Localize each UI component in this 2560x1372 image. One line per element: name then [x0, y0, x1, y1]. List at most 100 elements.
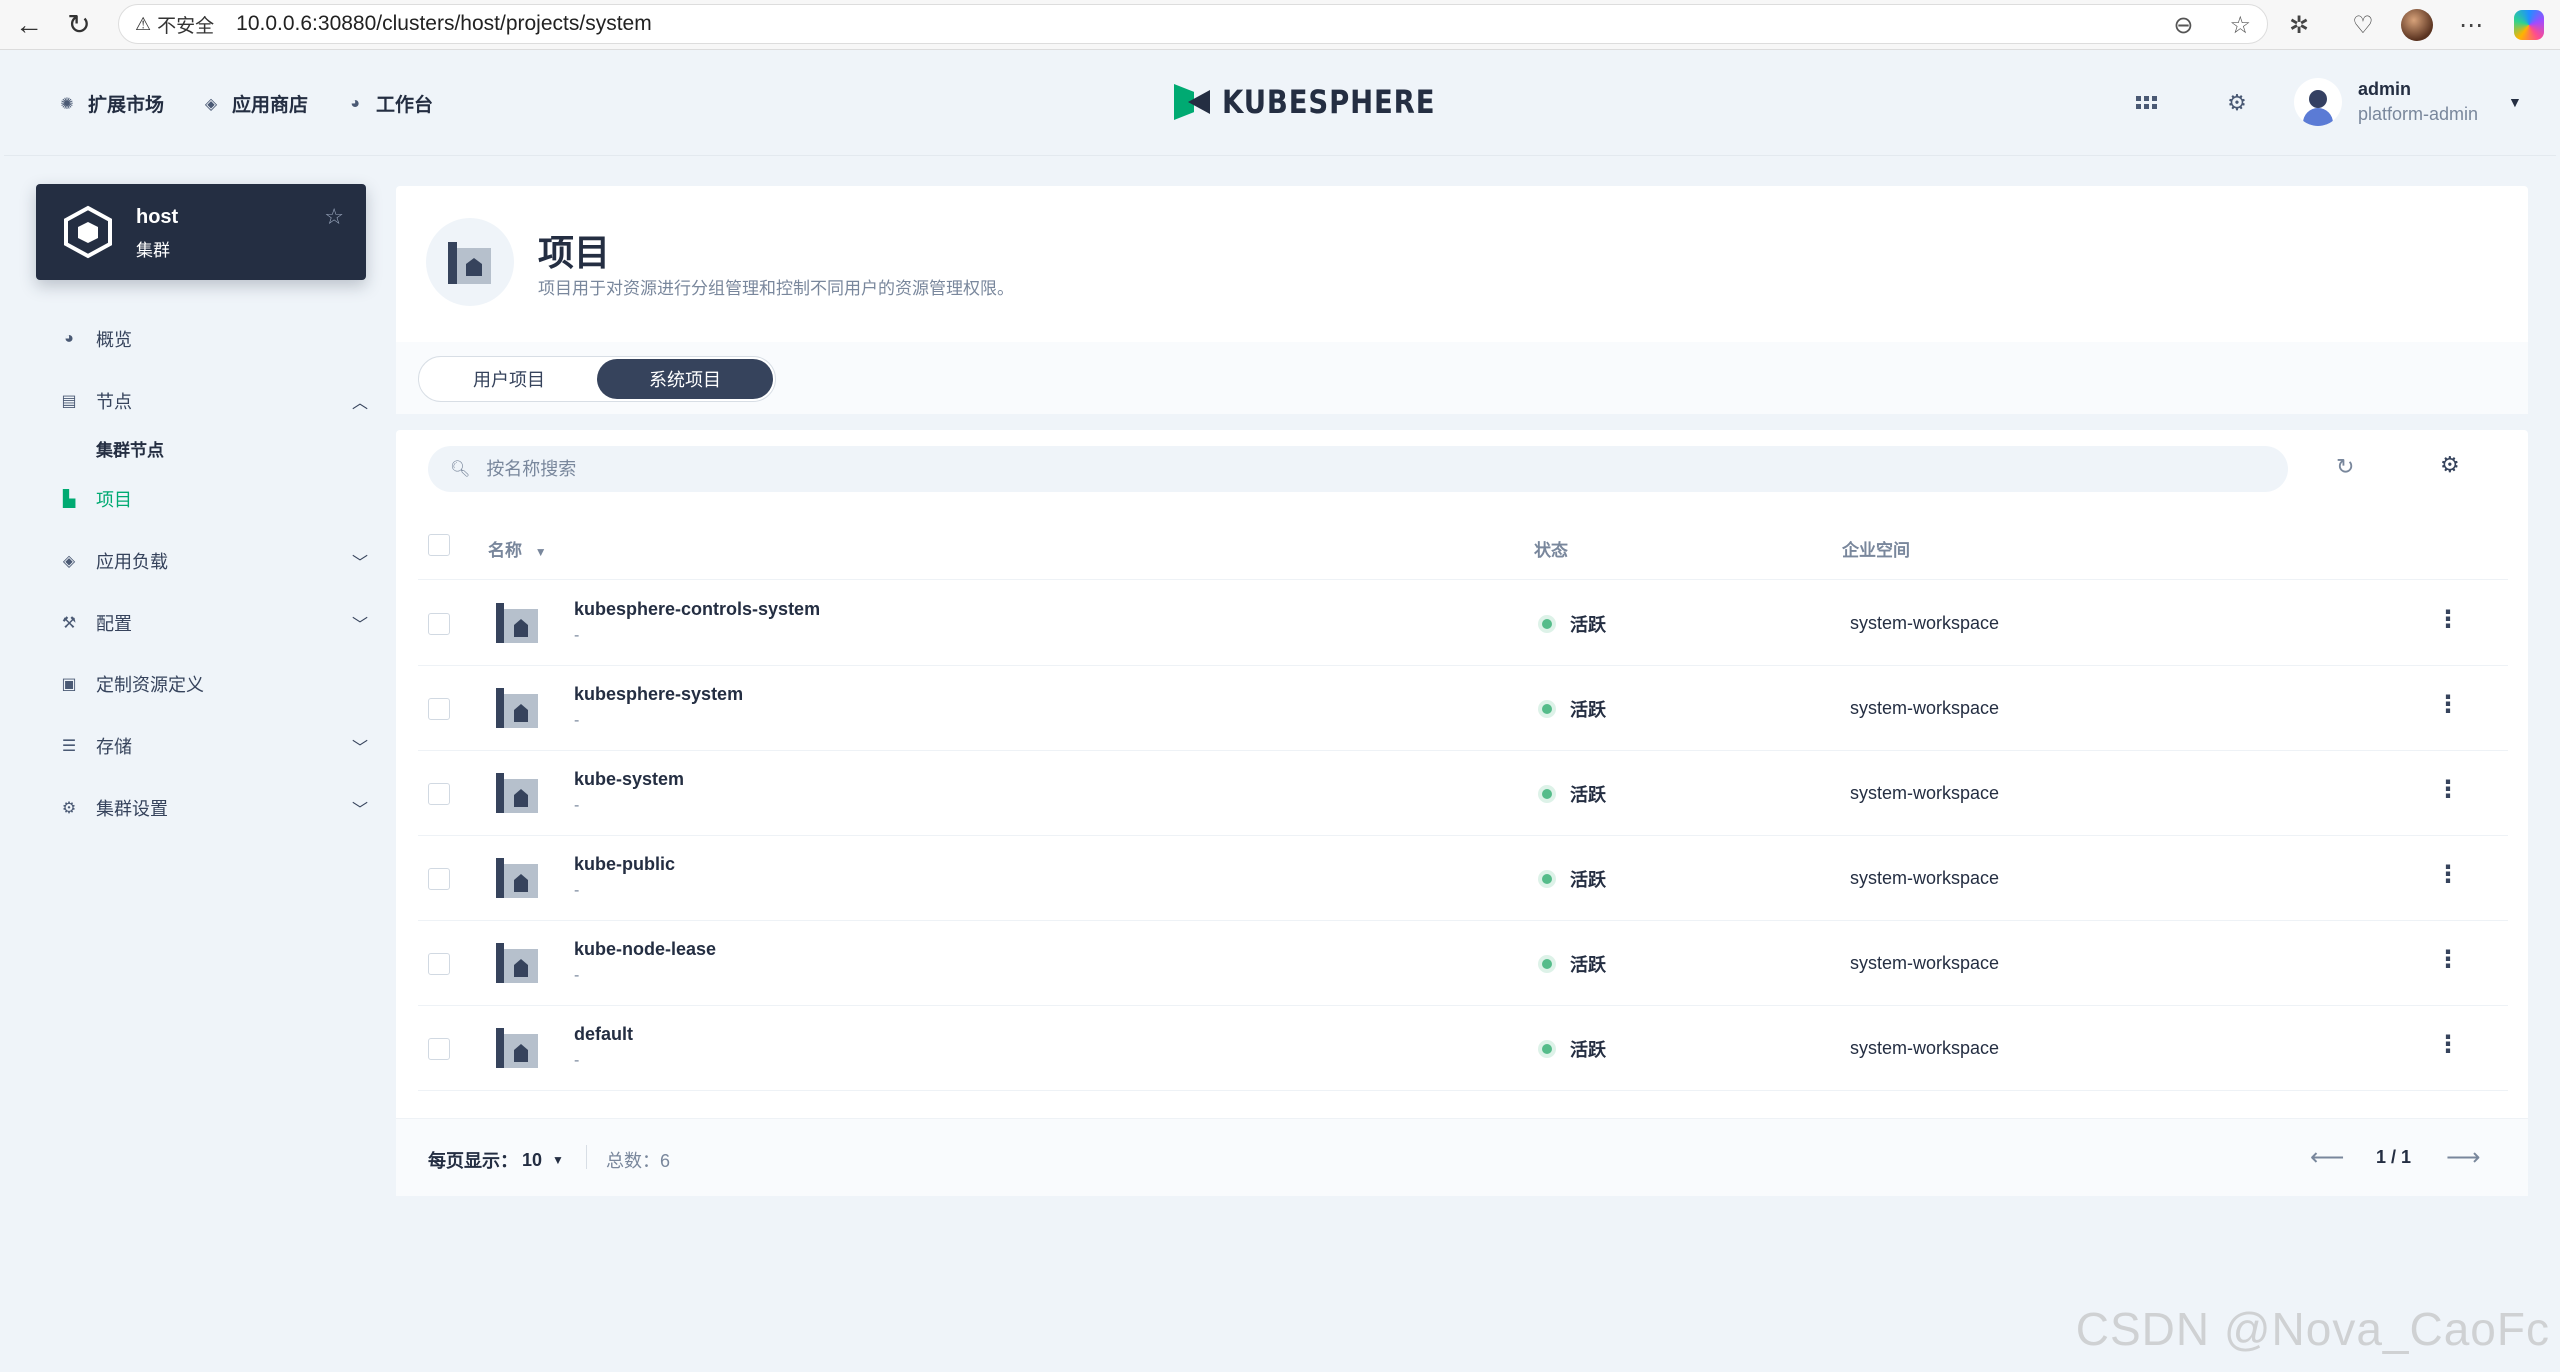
- sidebar-item-nodes[interactable]: ▤ 节点 ︿: [58, 388, 368, 414]
- cluster-name: host: [136, 206, 179, 228]
- page-indicator: 1 / 1: [2376, 1147, 2412, 1167]
- table-row[interactable]: default - 活跃 system-workspace ⋮: [418, 1006, 2508, 1091]
- refresh-icon[interactable]: ↻: [2336, 454, 2354, 480]
- sidebar-subitem-cluster-nodes[interactable]: 集群节点: [96, 436, 164, 461]
- back-arrow-icon[interactable]: ←: [12, 8, 46, 42]
- status-text: 活跃: [1570, 870, 1606, 890]
- column-label: 名称: [488, 541, 522, 560]
- more-vertical-icon[interactable]: ⋮: [2436, 945, 2460, 974]
- more-menu-icon[interactable]: ⋯: [2454, 8, 2488, 42]
- address-bar[interactable]: ⚠ 不安全 10.0.0.6:30880/clusters/host/proje…: [118, 4, 2268, 44]
- app-grid-icon[interactable]: [2132, 88, 2162, 118]
- row-checkbox[interactable]: [428, 613, 450, 635]
- server-icon: ▤: [61, 393, 77, 410]
- project-name[interactable]: kube-node-lease: [574, 939, 716, 960]
- project-icon: [496, 1028, 538, 1068]
- settings-gear-icon[interactable]: ⚙: [2222, 88, 2252, 118]
- topnav-app-store[interactable]: ◈ 应用商店: [200, 90, 308, 117]
- kubesphere-logo-icon: [1172, 82, 1212, 122]
- table-row[interactable]: kube-node-lease - 活跃 system-workspace ⋮: [418, 921, 2508, 1006]
- project-desc: -: [574, 882, 580, 899]
- workspace-name: system-workspace: [1850, 783, 2000, 803]
- project-name[interactable]: kubesphere-system: [574, 684, 743, 705]
- tab-system-projects[interactable]: 系统项目: [597, 359, 773, 399]
- topnav-extension-market[interactable]: ✺ 扩展市场: [56, 90, 164, 117]
- extensions-icon[interactable]: ✲: [2282, 8, 2316, 42]
- kubesphere-logo[interactable]: KUBESPHERE: [1172, 82, 1470, 122]
- copilot-icon[interactable]: [2512, 8, 2546, 42]
- more-vertical-icon[interactable]: ⋮: [2436, 775, 2460, 804]
- profile-picture: [2401, 9, 2433, 41]
- more-vertical-icon[interactable]: ⋮: [2436, 605, 2460, 634]
- table-row[interactable]: kube-public - 活跃 system-workspace ⋮: [418, 836, 2508, 921]
- table-header: 名称 ▼ 状态 企业空间: [418, 512, 2508, 580]
- table-settings-gear-icon[interactable]: ⚙: [2440, 452, 2460, 478]
- sidebar-item-storage[interactable]: ☰ 存储 ﹀: [58, 733, 368, 759]
- table-row[interactable]: kube-system - 活跃 system-workspace ⋮: [418, 751, 2508, 836]
- status-badge: 活跃: [1542, 1036, 1606, 1062]
- topnav-workbench[interactable]: ◕ 工作台: [344, 90, 433, 117]
- sidebar-item-overview[interactable]: ◕ 概览: [58, 326, 368, 352]
- favorite-star-icon[interactable]: ☆: [324, 204, 344, 230]
- chevron-down-icon: ﹀: [351, 617, 368, 634]
- crd-icon: ▣: [61, 676, 77, 693]
- project-header-icon: [426, 218, 514, 306]
- project-name[interactable]: default: [574, 1024, 633, 1045]
- sidebar-item-config[interactable]: ⚒ 配置 ﹀: [58, 610, 368, 636]
- topnav-label: 扩展市场: [88, 95, 165, 116]
- next-page-arrow-icon[interactable]: ⟶: [2446, 1143, 2480, 1172]
- user-avatar: [2294, 78, 2342, 126]
- status-text: 活跃: [1570, 785, 1606, 805]
- sidebar-item-workloads[interactable]: ◈ 应用负载 ﹀: [58, 548, 368, 574]
- workbench-icon: ◕: [350, 94, 360, 112]
- chevron-down-icon: ﹀: [351, 740, 368, 757]
- page-size-select[interactable]: 每页显示： 10 ▼: [428, 1147, 564, 1173]
- table-row[interactable]: kubesphere-system - 活跃 system-workspace …: [418, 666, 2508, 751]
- cluster-card[interactable]: host 集群 ☆: [36, 184, 366, 280]
- search-input[interactable]: [486, 458, 2187, 480]
- reload-icon[interactable]: ↻: [62, 8, 96, 42]
- column-header-name[interactable]: 名称 ▼: [488, 536, 547, 561]
- profile-avatar[interactable]: [2400, 8, 2434, 42]
- sidebar-item-cluster-settings[interactable]: ⚙ 集群设置 ﹀: [58, 795, 368, 821]
- sidebar-item-projects[interactable]: ▙ 项目: [58, 486, 368, 512]
- page-size-value: 10: [522, 1149, 543, 1170]
- project-name[interactable]: kubesphere-controls-system: [574, 599, 820, 620]
- reader-mode-icon[interactable]: ⊖: [2173, 11, 2193, 40]
- prev-page-arrow-icon[interactable]: ⟵: [2310, 1143, 2344, 1172]
- status-text: 活跃: [1570, 700, 1606, 720]
- gear-icon: ⚙: [61, 800, 77, 817]
- column-header-workspace: 企业空间: [1842, 541, 1910, 560]
- favorite-star-icon[interactable]: ☆: [2229, 11, 2251, 40]
- table-footer: 每页显示： 10 ▼ 总数：6 ⟵ 1 / 1 ⟶: [396, 1118, 2528, 1196]
- row-checkbox[interactable]: [428, 698, 450, 720]
- more-vertical-icon[interactable]: ⋮: [2436, 860, 2460, 889]
- project-desc: -: [574, 627, 580, 644]
- sidebar-item-label: 定制资源定义: [96, 675, 204, 695]
- row-checkbox[interactable]: [428, 783, 450, 805]
- status-dot: [1542, 959, 1552, 969]
- health-icon[interactable]: ♡: [2346, 8, 2380, 42]
- status-badge: 活跃: [1542, 696, 1606, 722]
- search-bar[interactable]: 🔍︎: [428, 446, 2288, 492]
- more-vertical-icon[interactable]: ⋮: [2436, 1030, 2460, 1059]
- tab-user-projects[interactable]: 用户项目: [421, 359, 597, 399]
- chevron-up-icon: ︿: [351, 395, 368, 412]
- sidebar-item-label: 节点: [96, 392, 132, 412]
- row-checkbox[interactable]: [428, 1038, 450, 1060]
- row-checkbox[interactable]: [428, 868, 450, 890]
- sidebar-item-crd[interactable]: ▣ 定制资源定义: [58, 671, 368, 697]
- row-checkbox[interactable]: [428, 953, 450, 975]
- project-name[interactable]: kube-public: [574, 854, 675, 875]
- security-indicator[interactable]: ⚠ 不安全: [135, 11, 214, 38]
- copilot-logo: [2514, 10, 2544, 40]
- more-vertical-icon[interactable]: ⋮: [2436, 690, 2460, 719]
- user-menu[interactable]: admin platform-admin ▼: [2294, 78, 2522, 126]
- select-all-checkbox[interactable]: [428, 534, 450, 556]
- workspace-name: system-workspace: [1850, 953, 2000, 973]
- table-row[interactable]: kubesphere-controls-system - 活跃 system-w…: [418, 581, 2508, 666]
- column-header-status: 状态: [1534, 541, 1568, 560]
- status-text: 活跃: [1570, 615, 1606, 635]
- sort-caret-icon: ▼: [534, 545, 547, 559]
- project-name[interactable]: kube-system: [574, 769, 684, 790]
